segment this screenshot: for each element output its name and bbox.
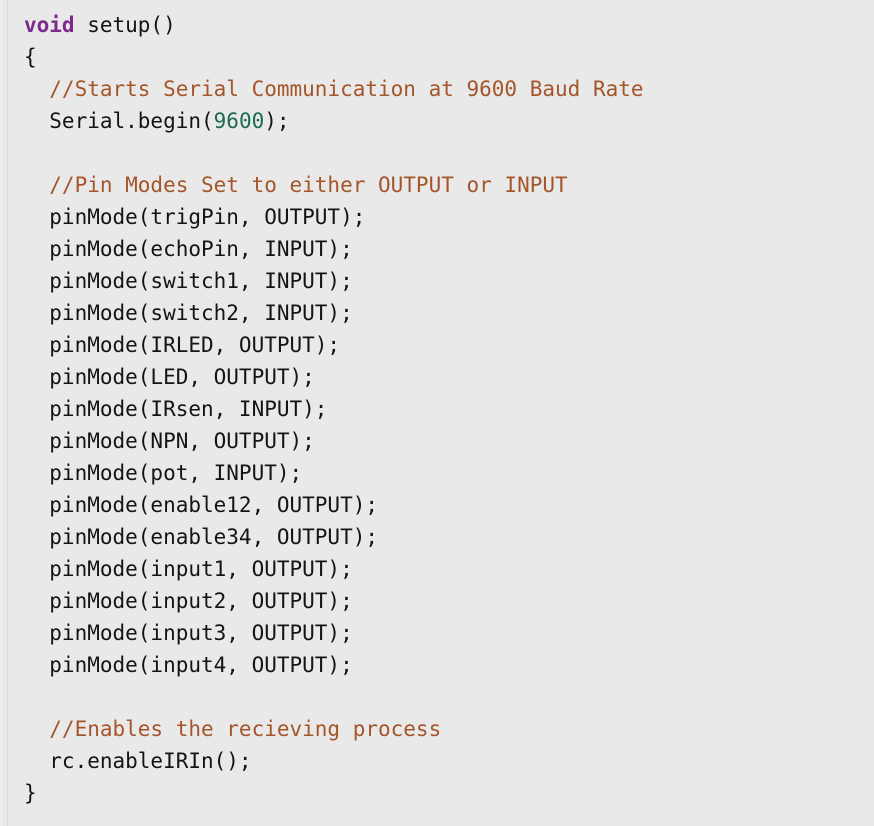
code-token-plain: pinMode(trigPin, OUTPUT);: [24, 205, 366, 229]
code-line: rc.enableIRIn();: [24, 745, 874, 777]
code-line: //Enables the recieving process: [24, 713, 874, 745]
code-line: pinMode(input4, OUTPUT);: [24, 649, 874, 681]
code-token-plain: pinMode(enable34, OUTPUT);: [24, 525, 379, 549]
code-line: pinMode(switch2, INPUT);: [24, 297, 874, 329]
code-token-plain: rc.enableIRIn();: [24, 749, 252, 773]
code-token-plain: {: [24, 45, 37, 69]
code-token-plain: pinMode(echoPin, INPUT);: [24, 237, 353, 261]
code-line: Serial.begin(9600);: [24, 105, 874, 137]
code-token-plain: pinMode(input2, OUTPUT);: [24, 589, 353, 613]
code-token-comment: //Starts Serial Communication at 9600 Ba…: [24, 77, 644, 101]
code-line: pinMode(enable12, OUTPUT);: [24, 489, 874, 521]
code-token-plain: pinMode(switch2, INPUT);: [24, 301, 353, 325]
code-token-plain: );: [264, 109, 290, 133]
code-token-plain: pinMode(input4, OUTPUT);: [24, 653, 353, 677]
code-token-plain: pinMode(pot, INPUT);: [24, 461, 303, 485]
code-token-plain: pinMode(input3, OUTPUT);: [24, 621, 353, 645]
code-block: void setup() { //Starts Serial Communicat…: [0, 0, 874, 826]
code-line: pinMode(trigPin, OUTPUT);: [24, 201, 874, 233]
code-token-plain: pinMode(enable12, OUTPUT);: [24, 493, 379, 517]
code-line: pinMode(IRLED, OUTPUT);: [24, 329, 874, 361]
code-token-comment: //Pin Modes Set to either OUTPUT or INPU…: [24, 173, 568, 197]
code-token-number: 9600: [213, 109, 265, 133]
code-line: pinMode(echoPin, INPUT);: [24, 233, 874, 265]
code-line: pinMode(NPN, OUTPUT);: [24, 425, 874, 457]
code-line: void setup(): [24, 9, 874, 41]
code-line: pinMode(input2, OUTPUT);: [24, 585, 874, 617]
code-token-plain: pinMode(IRLED, OUTPUT);: [24, 333, 341, 357]
code-token-plain: pinMode(NPN, OUTPUT);: [24, 429, 315, 453]
code-line: pinMode(enable34, OUTPUT);: [24, 521, 874, 553]
code-token-keyword: void: [24, 13, 75, 37]
code-line: }: [24, 777, 874, 809]
code-line: pinMode(LED, OUTPUT);: [24, 361, 874, 393]
code-token-plain: pinMode(IRsen, INPUT);: [24, 397, 328, 421]
code-token-plain: pinMode(switch1, INPUT);: [24, 269, 353, 293]
code-line-list[interactable]: void setup() { //Starts Serial Communicat…: [0, 9, 874, 809]
code-token-plain: pinMode(input1, OUTPUT);: [24, 557, 353, 581]
code-line: {: [24, 41, 874, 73]
code-line: pinMode(IRsen, INPUT);: [24, 393, 874, 425]
code-token-plain: pinMode(LED, OUTPUT);: [24, 365, 315, 389]
code-token-plain: setup(): [74, 13, 176, 37]
code-line: pinMode(input1, OUTPUT);: [24, 553, 874, 585]
code-token-comment: //Enables the recieving process: [24, 717, 442, 741]
code-token-plain: }: [24, 781, 37, 805]
code-line: pinMode(switch1, INPUT);: [24, 265, 874, 297]
code-token-plain: Serial.begin(: [24, 109, 214, 133]
code-line: pinMode(input3, OUTPUT);: [24, 617, 874, 649]
code-line: //Pin Modes Set to either OUTPUT or INPU…: [24, 169, 874, 201]
code-line: //Starts Serial Communication at 9600 Ba…: [24, 73, 874, 105]
code-line: pinMode(pot, INPUT);: [24, 457, 874, 489]
